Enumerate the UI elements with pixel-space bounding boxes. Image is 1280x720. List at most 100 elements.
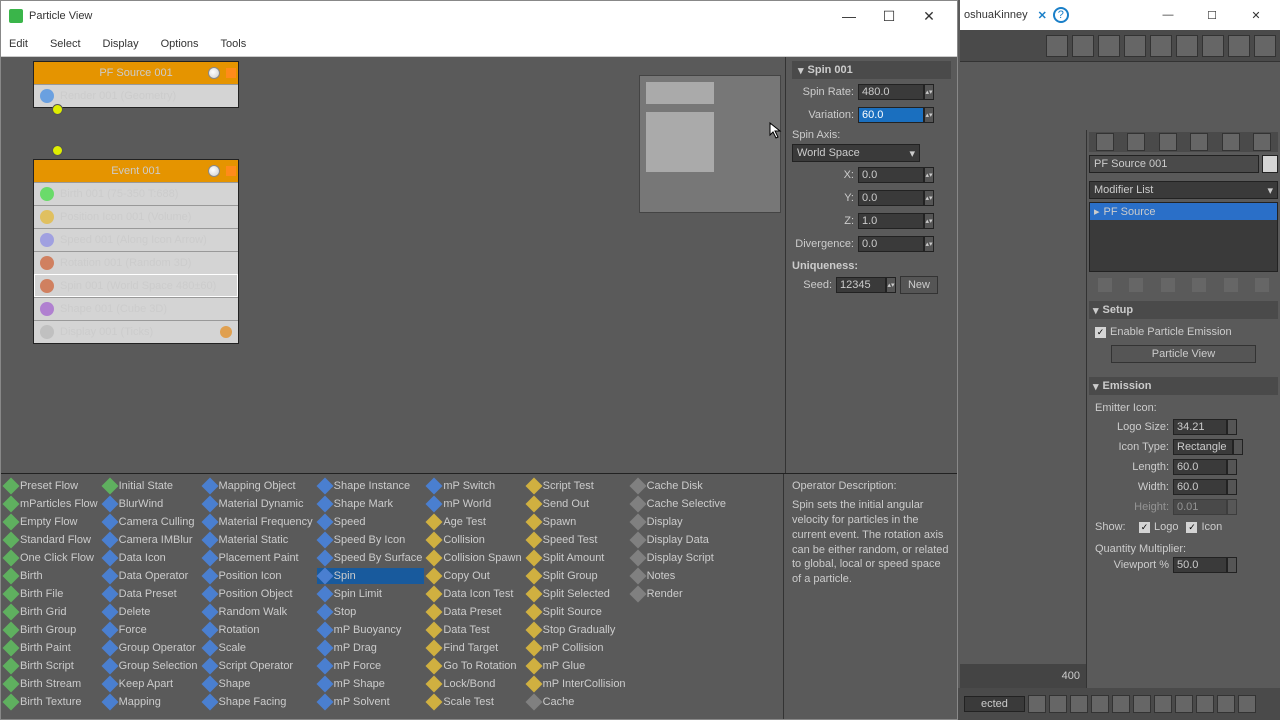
depot-item[interactable]: Camera IMBlur [102, 532, 200, 548]
toolbar-icon[interactable] [1228, 35, 1250, 57]
depot-item[interactable]: Birth Script [3, 658, 100, 674]
depot-item[interactable]: Display [630, 514, 729, 530]
toolbar-icon[interactable] [1202, 35, 1224, 57]
depot-item[interactable]: mP Solvent [317, 694, 425, 710]
depot-item[interactable]: Camera Culling [102, 514, 200, 530]
depot-item[interactable]: Spawn [526, 514, 628, 530]
depot-item[interactable]: Group Selection [102, 658, 200, 674]
op-row[interactable]: Rotation 001 (Random 3D) [34, 251, 238, 274]
depot-item[interactable]: Mapping Object [202, 478, 315, 494]
depot-item[interactable]: mP Switch [426, 478, 523, 494]
depot-item[interactable]: Material Dynamic [202, 496, 315, 512]
spinner[interactable]: ▴▾ [924, 167, 934, 183]
depot-item[interactable]: mP Buoyancy [317, 622, 425, 638]
show-icon-checkbox[interactable]: ✓Icon [1186, 518, 1222, 536]
menu-options[interactable]: Options [157, 35, 203, 53]
depot-item[interactable]: Scale Test [426, 694, 523, 710]
spinner[interactable] [1227, 479, 1237, 495]
depot-item[interactable]: Material Frequency [202, 514, 315, 530]
nav-icon[interactable] [1133, 695, 1151, 713]
pin-icon[interactable] [1098, 278, 1112, 292]
spinner[interactable]: ▴▾ [924, 190, 934, 206]
nav-icon[interactable] [1154, 695, 1172, 713]
depot-item[interactable]: mP Force [317, 658, 425, 674]
modify-tab-icon[interactable] [1127, 133, 1145, 151]
depot-item[interactable]: Empty Flow [3, 514, 100, 530]
nav-icon[interactable] [1196, 695, 1214, 713]
depot-item[interactable]: BlurWind [102, 496, 200, 512]
depot-item[interactable]: Position Icon [202, 568, 315, 584]
depot-item[interactable]: Notes [630, 568, 729, 584]
depot-item[interactable]: Speed By Icon [317, 532, 425, 548]
depot-item[interactable]: mP Drag [317, 640, 425, 656]
depot-item[interactable]: Speed Test [526, 532, 628, 548]
pv-titlebar[interactable]: Particle View — ☐ ✕ [1, 1, 957, 31]
depot-item[interactable]: Standard Flow [3, 532, 100, 548]
spinner[interactable] [1227, 459, 1237, 475]
depot-grid[interactable]: Preset FlowmParticles FlowEmpty FlowStan… [1, 474, 783, 719]
menu-tools[interactable]: Tools [217, 35, 251, 53]
depot-item[interactable]: Display Data [630, 532, 729, 548]
depot-item[interactable]: mP Glue [526, 658, 628, 674]
logosize-field[interactable]: 34.21 [1173, 419, 1227, 435]
depot-item[interactable]: Send Out [526, 496, 628, 512]
depot-item[interactable]: Mapping [102, 694, 200, 710]
color-swatch[interactable] [1262, 155, 1278, 173]
hierarchy-tab-icon[interactable] [1159, 133, 1177, 151]
particle-view-button[interactable]: Particle View [1111, 345, 1256, 363]
lamp-icon[interactable] [208, 67, 220, 79]
depot-item[interactable]: Force [102, 622, 200, 638]
depot-item[interactable]: Material Static [202, 532, 315, 548]
depot-item[interactable]: Birth Group [3, 622, 100, 638]
navigator-overview[interactable] [639, 75, 781, 213]
show-logo-checkbox[interactable]: ✓Logo [1139, 518, 1178, 536]
close-button[interactable]: ✕ [909, 2, 949, 30]
depot-item[interactable]: Render [630, 586, 729, 602]
depot-item[interactable]: Birth Texture [3, 694, 100, 710]
create-tab-icon[interactable] [1096, 133, 1114, 151]
display-tab-icon[interactable] [1222, 133, 1240, 151]
depot-item[interactable]: Random Walk [202, 604, 315, 620]
depot-item[interactable]: One Click Flow [3, 550, 100, 566]
y-field[interactable]: 0.0 [858, 190, 924, 206]
menu-display[interactable]: Display [99, 35, 143, 53]
depot-item[interactable]: Placement Paint [202, 550, 315, 566]
host-maximize-button[interactable]: ☐ [1192, 1, 1232, 29]
pfsource-node[interactable]: PF Source 001 Render 001 (Geometry) [33, 61, 239, 108]
depot-item[interactable]: Data Preset [102, 586, 200, 602]
toolbar-icon[interactable] [1150, 35, 1172, 57]
event-canvas[interactable]: PF Source 001 Render 001 (Geometry) Even… [1, 57, 785, 473]
viewport-pct-field[interactable]: 50.0 [1173, 557, 1227, 573]
depot-item[interactable]: Split Group [526, 568, 628, 584]
host-close-button[interactable]: ✕ [1236, 1, 1276, 29]
spinner[interactable] [1227, 557, 1237, 573]
depot-item[interactable]: Shape Instance [317, 478, 425, 494]
toolbar-icon[interactable] [1124, 35, 1146, 57]
depot-item[interactable]: Birth File [3, 586, 100, 602]
timeline-ruler[interactable]: 400 [960, 664, 1086, 688]
op-row[interactable]: Shape 001 (Cube 3D) [34, 297, 238, 320]
op-render[interactable]: Render 001 (Geometry) [34, 84, 238, 107]
depot-item[interactable]: Go To Rotation [426, 658, 523, 674]
config-icon[interactable] [1255, 278, 1269, 292]
depot-item[interactable]: Scale [202, 640, 315, 656]
depot-item[interactable]: Position Object [202, 586, 315, 602]
depot-item[interactable]: Collision Spawn [426, 550, 523, 566]
menu-select[interactable]: Select [46, 35, 85, 53]
tool-icon[interactable] [1129, 278, 1143, 292]
depot-item[interactable]: Data Icon [102, 550, 200, 566]
depot-item[interactable]: Birth Paint [3, 640, 100, 656]
play-icon[interactable] [1070, 695, 1088, 713]
depot-item[interactable]: Split Source [526, 604, 628, 620]
toggle-icon[interactable] [226, 166, 236, 176]
play-start-icon[interactable] [1028, 695, 1046, 713]
depot-item[interactable]: Birth Grid [3, 604, 100, 620]
toolbar-icon[interactable] [1098, 35, 1120, 57]
depot-item[interactable]: Stop Gradually [526, 622, 628, 638]
depot-item[interactable]: Group Operator [102, 640, 200, 656]
divergence-field[interactable]: 0.0 [858, 236, 924, 252]
depot-item[interactable]: Speed By Surface [317, 550, 425, 566]
event001-node[interactable]: Event 001 Birth 001 (75-350 T:688)Positi… [33, 159, 239, 344]
depot-item[interactable]: Birth Stream [3, 676, 100, 692]
maximize-button[interactable]: ☐ [869, 2, 909, 30]
